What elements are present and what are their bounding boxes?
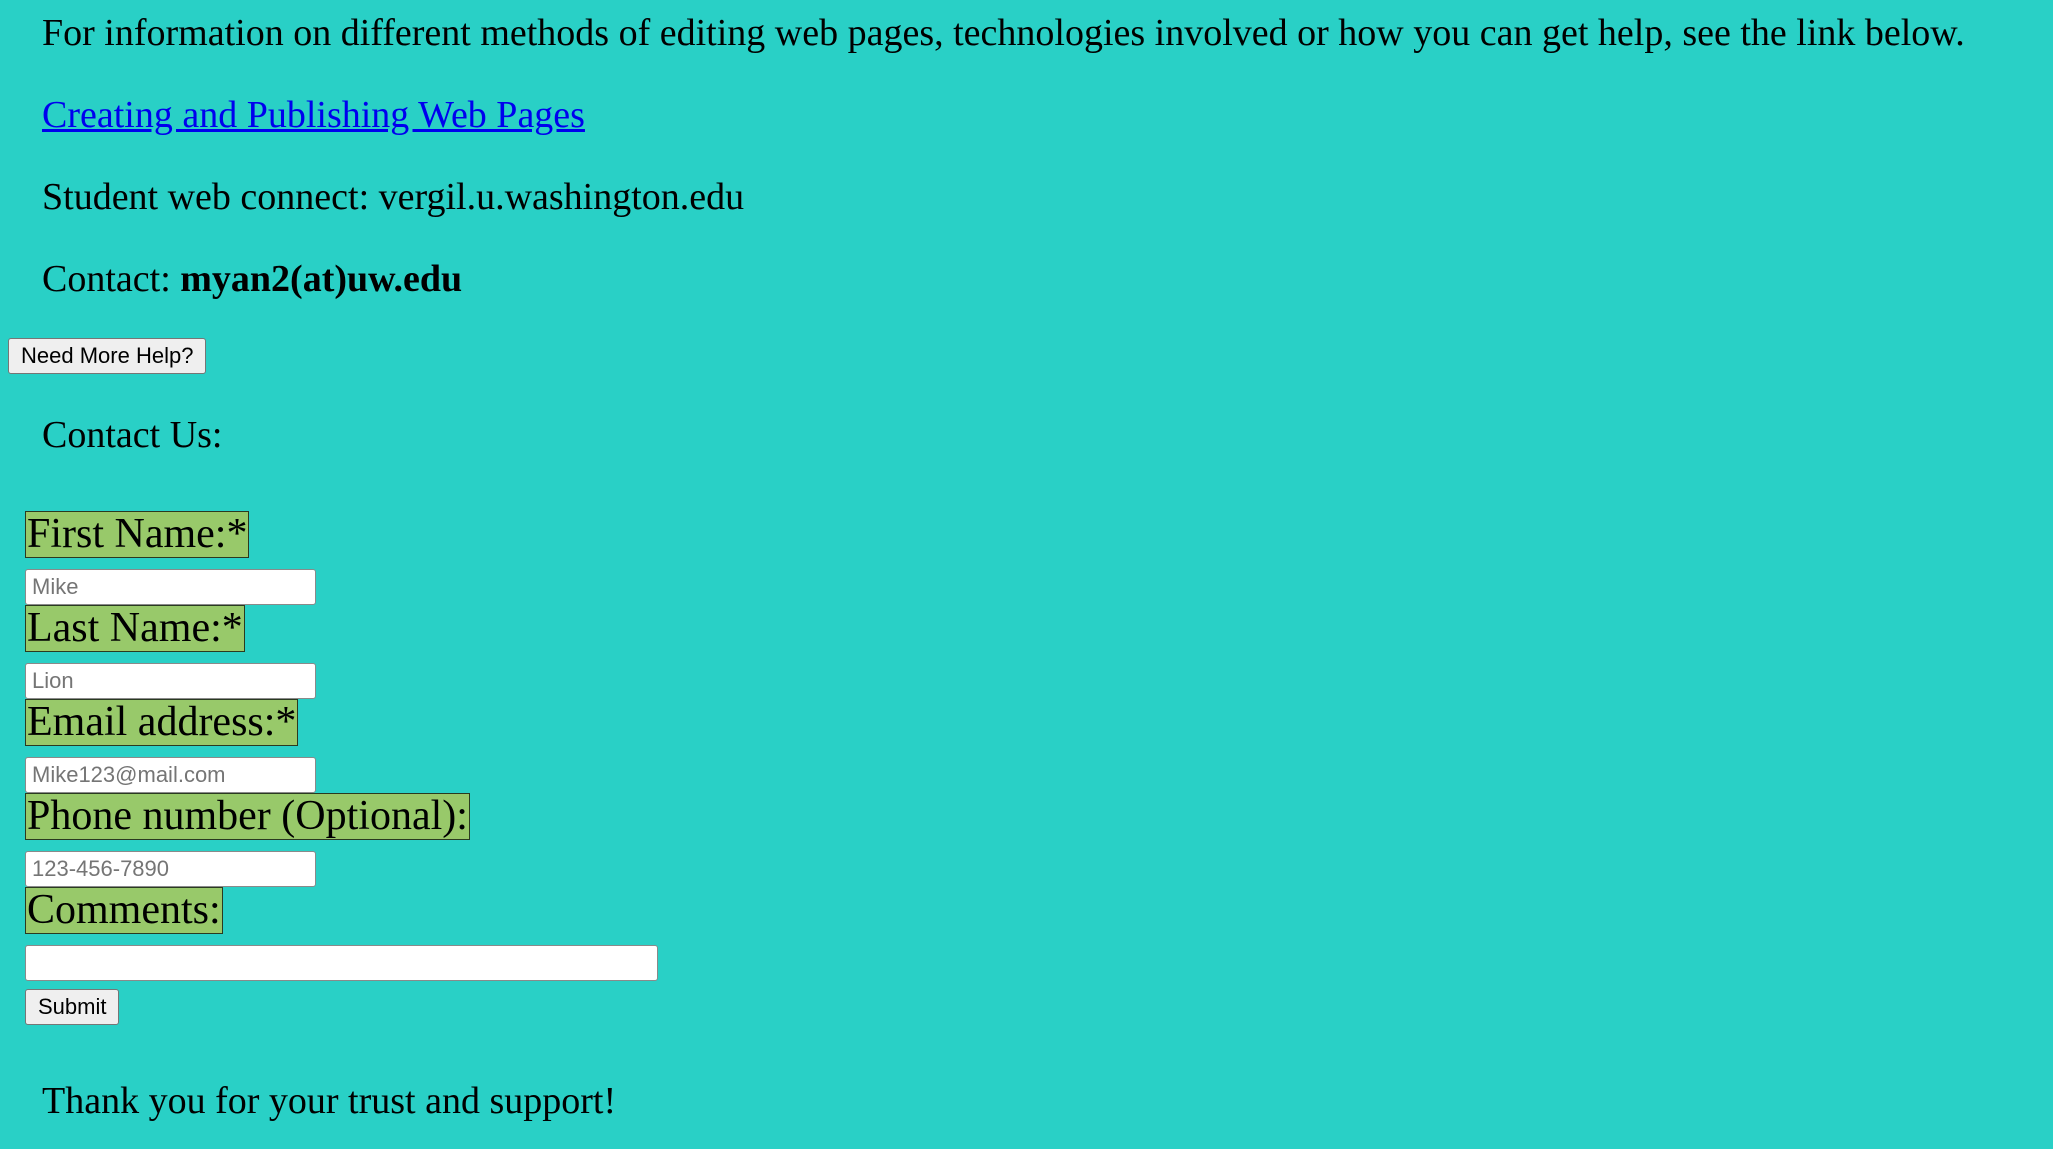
comments-input[interactable]	[25, 945, 658, 981]
submit-button[interactable]: Submit	[25, 989, 120, 1025]
student-web-connect-text: Student web connect: vergil.u.washington…	[42, 176, 745, 218]
intro-text: For information on different methods of …	[42, 12, 1965, 54]
contact-us-heading: Contact Us:	[42, 414, 223, 456]
contact-email: myan2(at)uw.edu	[180, 258, 463, 300]
thank-you-text: Thank you for your trust and support!	[42, 1080, 617, 1122]
last-name-label: Last Name:*	[25, 605, 245, 652]
last-name-input[interactable]	[25, 663, 316, 699]
contact-line: Contact: myan2(at)uw.edu	[42, 258, 462, 302]
first-name-input[interactable]	[25, 569, 316, 605]
first-name-label: First Name:*	[25, 511, 250, 558]
email-label: Email address:*	[25, 699, 299, 746]
phone-label: Phone number (Optional):	[25, 793, 470, 840]
comments-label: Comments:	[25, 887, 223, 934]
contact-label: Contact:	[42, 258, 181, 300]
phone-input[interactable]	[25, 851, 316, 887]
need-more-help-button[interactable]: Need More Help?	[8, 338, 207, 374]
creating-publishing-link[interactable]: Creating and Publishing Web Pages	[42, 94, 585, 138]
email-input[interactable]	[25, 757, 316, 793]
